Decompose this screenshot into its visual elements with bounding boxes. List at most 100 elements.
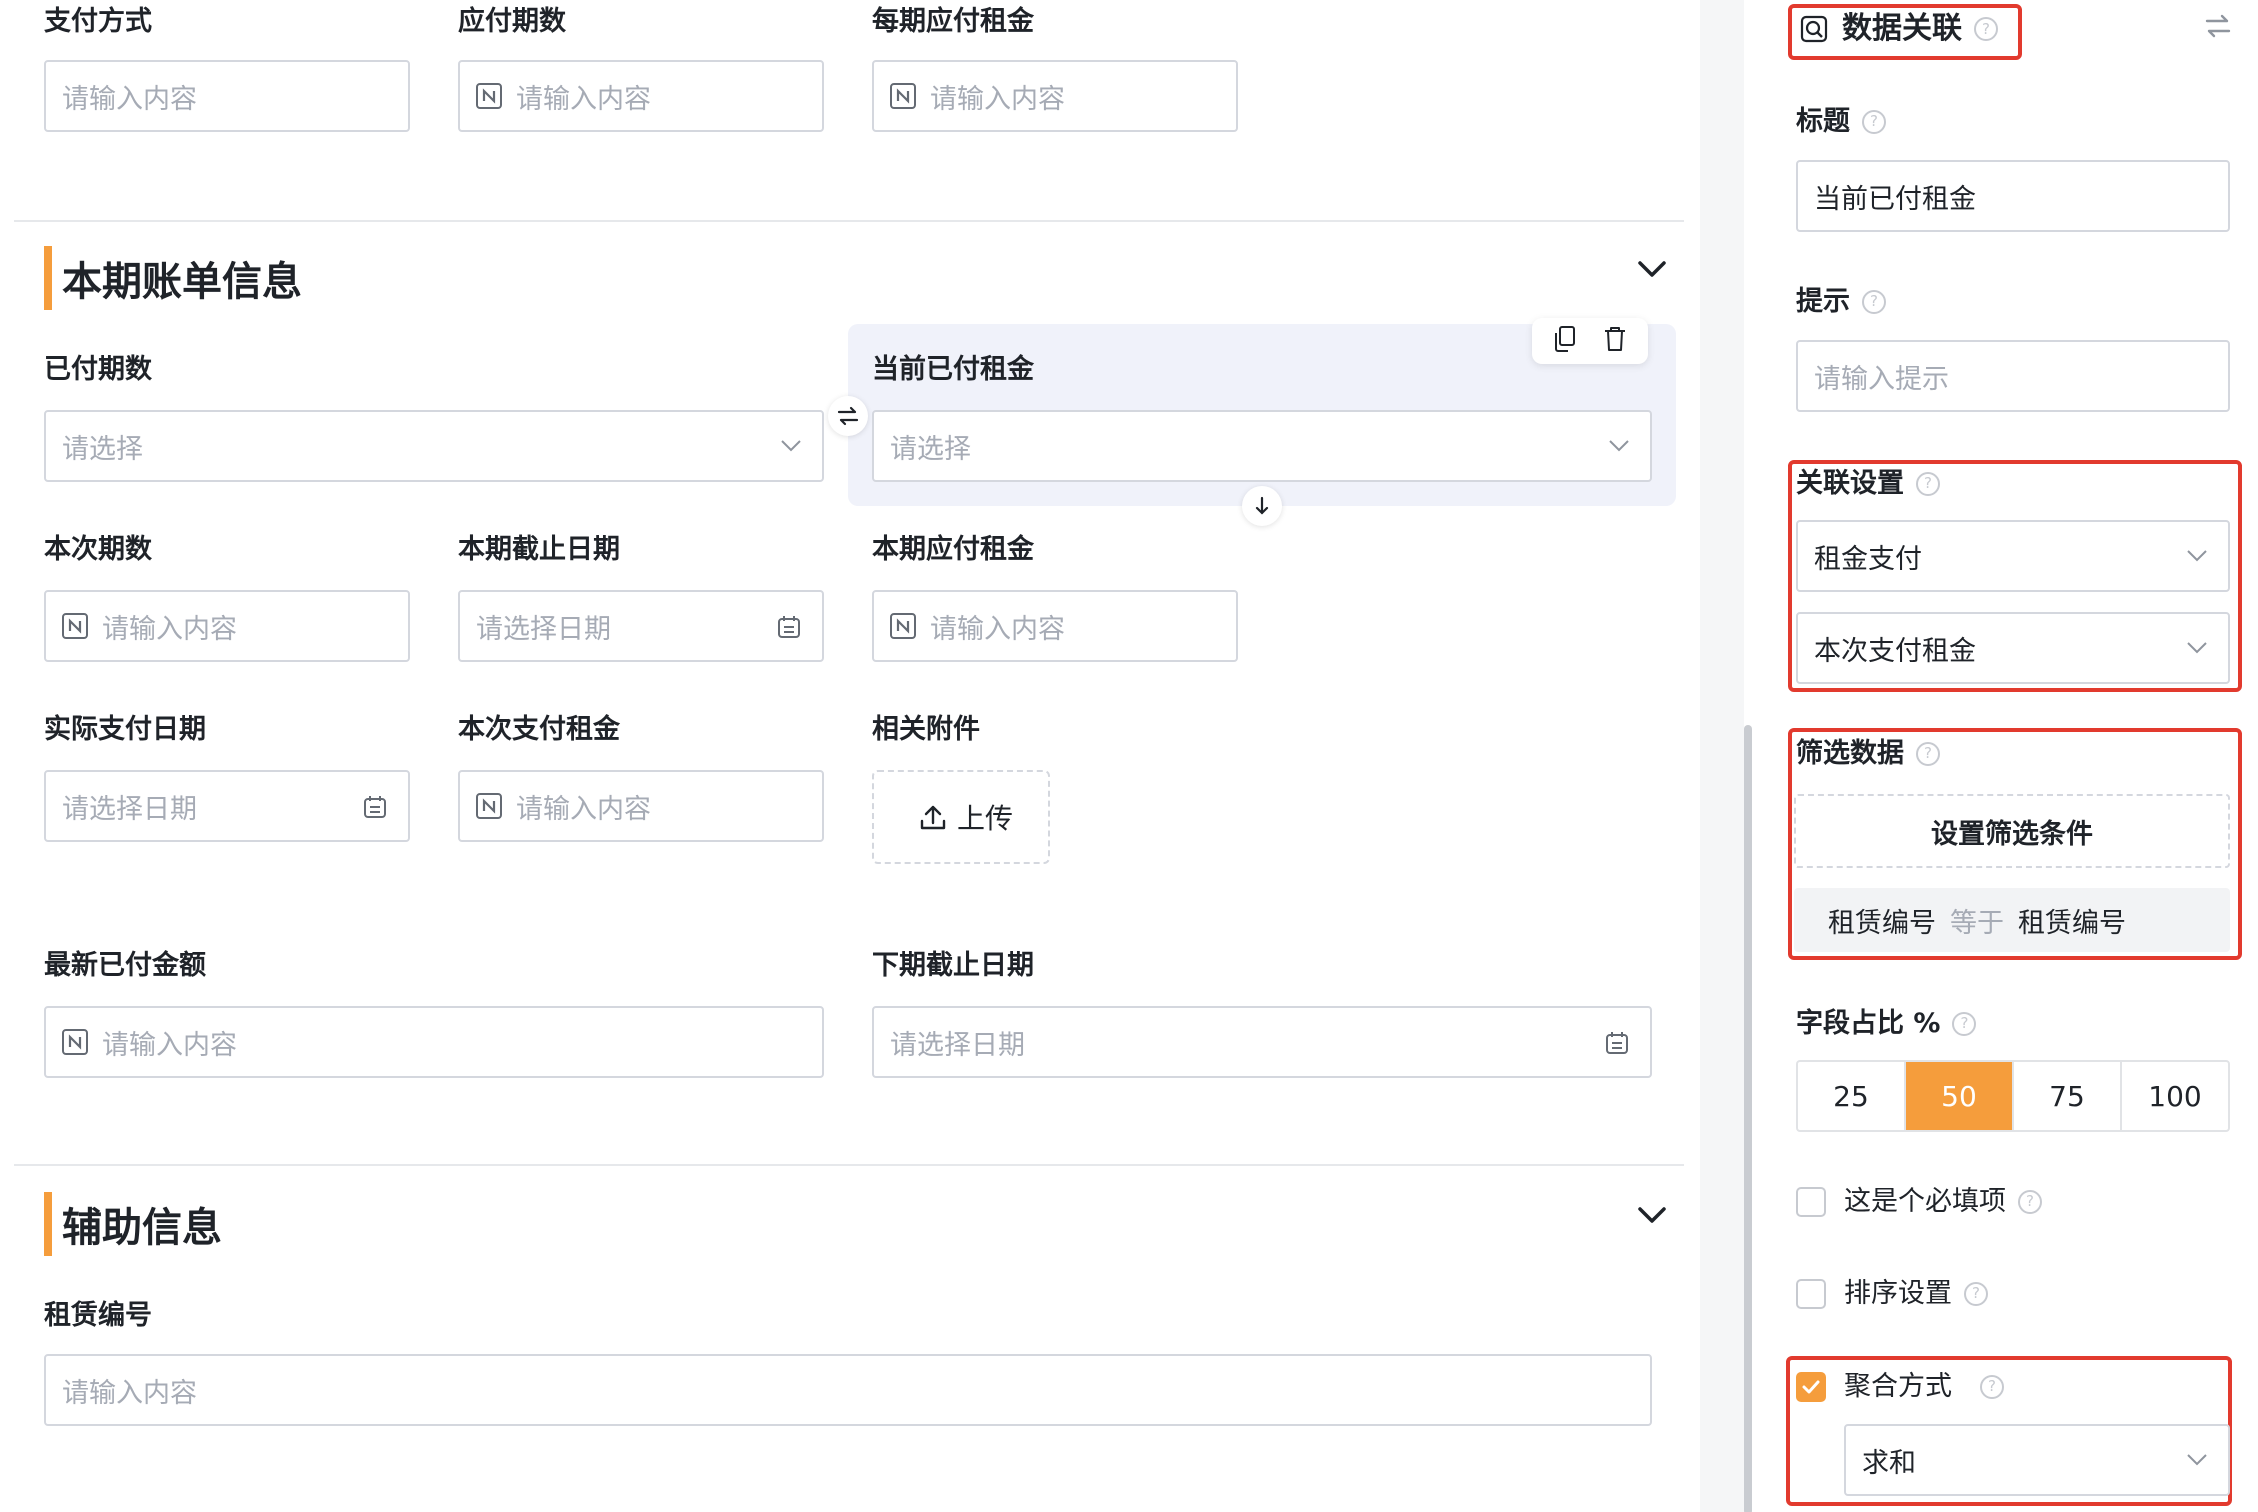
aggregate-select[interactable]: 求和 bbox=[1844, 1424, 2230, 1496]
paid-periods-placeholder: 请选择 bbox=[62, 433, 143, 465]
chevron-down-icon bbox=[2186, 1452, 2208, 1471]
help-icon[interactable]: ? bbox=[1980, 1374, 2004, 1399]
actual-pay-date-placeholder: 请选择日期 bbox=[62, 793, 197, 825]
number-icon bbox=[890, 613, 916, 639]
lease-no-input[interactable]: 请输入内容 bbox=[44, 1354, 1652, 1426]
link-setting-text: 关联设置 bbox=[1796, 468, 1904, 499]
panel-title-text: 数据关联 bbox=[1842, 11, 1962, 46]
period-end-date-picker[interactable]: 请选择日期 bbox=[458, 590, 824, 662]
panel-gutter bbox=[1700, 0, 1744, 1512]
title-input-value: 当前已付租金 bbox=[1814, 183, 1976, 215]
chevron-down-icon[interactable] bbox=[1636, 258, 1668, 284]
hint-input[interactable]: 请输入提示 bbox=[1796, 340, 2230, 412]
filter-condition-left: 租赁编号 bbox=[1828, 907, 1936, 939]
width-option-50[interactable]: 50 bbox=[1906, 1062, 2014, 1130]
chevron-down-icon bbox=[2186, 548, 2208, 567]
lease-no-placeholder: 请输入内容 bbox=[62, 1377, 197, 1409]
chevron-down-icon bbox=[1608, 438, 1630, 457]
section-accent-bar bbox=[44, 1192, 52, 1256]
field-label-period-end-date: 本期截止日期 bbox=[458, 534, 620, 565]
field-label-this-pay-rent: 本次支付租金 bbox=[458, 714, 620, 745]
section-divider bbox=[14, 220, 1684, 222]
payable-periods-input[interactable]: 请输入内容 bbox=[458, 60, 824, 132]
panel-title: 数据关联 ? bbox=[1800, 14, 1998, 44]
hint-setting-label: 提示 ? bbox=[1796, 288, 1886, 315]
aggregate-label: 聚合方式 ? bbox=[1844, 1373, 2004, 1400]
payable-periods-placeholder: 请输入内容 bbox=[516, 83, 651, 115]
section-accent-bar bbox=[44, 246, 52, 310]
delete-icon[interactable] bbox=[1602, 325, 1628, 357]
chevron-down-icon bbox=[780, 438, 802, 457]
this-period-count-input[interactable]: 请输入内容 bbox=[44, 590, 410, 662]
help-icon[interactable]: ? bbox=[1916, 741, 1940, 766]
calendar-icon bbox=[1604, 1030, 1630, 1060]
field-label-paid-periods: 已付期数 bbox=[44, 354, 152, 385]
section-title: 辅助信息 bbox=[62, 1205, 222, 1251]
data-link-icon bbox=[1800, 15, 1828, 43]
help-icon[interactable]: ? bbox=[1952, 1011, 1977, 1036]
help-icon[interactable]: ? bbox=[1974, 17, 1998, 41]
chevron-down-icon[interactable] bbox=[1636, 1204, 1668, 1230]
switch-type-icon[interactable] bbox=[2204, 14, 2232, 42]
next-end-date-picker[interactable]: 请选择日期 bbox=[872, 1006, 1652, 1078]
actual-pay-date-picker[interactable]: 请选择日期 bbox=[44, 770, 410, 842]
current-paid-rent-select[interactable]: 请选择 bbox=[872, 410, 1652, 482]
upload-button[interactable]: 上传 bbox=[872, 770, 1050, 864]
width-option-25[interactable]: 25 bbox=[1798, 1062, 1906, 1130]
set-filter-button[interactable]: 设置筛选条件 bbox=[1794, 794, 2230, 868]
arrow-down-icon[interactable] bbox=[1242, 486, 1282, 526]
sort-checkbox[interactable] bbox=[1796, 1279, 1826, 1309]
field-label-this-period-count: 本次期数 bbox=[44, 534, 152, 565]
this-pay-rent-placeholder: 请输入内容 bbox=[516, 793, 651, 825]
required-checkbox[interactable] bbox=[1796, 1187, 1826, 1217]
help-icon[interactable]: ? bbox=[1862, 289, 1886, 314]
number-icon bbox=[476, 793, 502, 819]
required-label: 这是个必填项 ? bbox=[1844, 1188, 2042, 1215]
swap-icon[interactable] bbox=[828, 396, 868, 436]
hint-setting-text: 提示 bbox=[1796, 286, 1850, 317]
field-label-lease-no: 租赁编号 bbox=[44, 1300, 152, 1331]
width-setting-text: 字段占比 % bbox=[1796, 1008, 1941, 1039]
scrollbar[interactable] bbox=[1744, 725, 1752, 1512]
period-rent-due-input[interactable]: 请输入内容 bbox=[872, 590, 1238, 662]
sort-label: 排序设置 ? bbox=[1844, 1280, 1988, 1307]
help-icon[interactable]: ? bbox=[2018, 1189, 2042, 1214]
calendar-icon bbox=[362, 794, 388, 824]
copy-icon[interactable] bbox=[1552, 325, 1578, 357]
width-option-100[interactable]: 100 bbox=[2122, 1062, 2228, 1130]
title-setting-label: 标题 ? bbox=[1796, 108, 1886, 135]
sort-label-text: 排序设置 bbox=[1844, 1278, 1952, 1309]
chevron-down-icon bbox=[2186, 640, 2208, 659]
filter-condition-right: 租赁编号 bbox=[2018, 907, 2126, 939]
section-header-bill-info: 本期账单信息 bbox=[44, 246, 302, 310]
period-rent-due-placeholder: 请输入内容 bbox=[930, 613, 1065, 645]
title-input[interactable]: 当前已付租金 bbox=[1796, 160, 2230, 232]
latest-paid-amount-input[interactable]: 请输入内容 bbox=[44, 1006, 824, 1078]
check-icon bbox=[1802, 1380, 1820, 1394]
help-icon[interactable]: ? bbox=[1964, 1281, 1988, 1306]
number-icon bbox=[476, 83, 502, 109]
filter-condition[interactable]: 租赁编号 等于 租赁编号 bbox=[1794, 888, 2230, 952]
rent-per-period-placeholder: 请输入内容 bbox=[930, 83, 1065, 115]
number-icon bbox=[62, 1029, 88, 1055]
this-pay-rent-input[interactable]: 请输入内容 bbox=[458, 770, 824, 842]
field-label-current-paid-rent: 当前已付租金 bbox=[872, 354, 1034, 385]
width-segmented-control: 25 50 75 100 bbox=[1796, 1060, 2230, 1132]
latest-paid-amount-placeholder: 请输入内容 bbox=[102, 1029, 237, 1061]
next-end-date-placeholder: 请选择日期 bbox=[890, 1029, 1025, 1061]
payment-method-input[interactable]: 请输入内容 bbox=[44, 60, 410, 132]
width-option-75[interactable]: 75 bbox=[2014, 1062, 2122, 1130]
help-icon[interactable]: ? bbox=[1916, 471, 1940, 496]
section-title: 本期账单信息 bbox=[62, 259, 302, 305]
required-label-text: 这是个必填项 bbox=[1844, 1186, 2006, 1217]
field-label-period-rent-due: 本期应付租金 bbox=[872, 534, 1034, 565]
link-field-select[interactable]: 本次支付租金 bbox=[1796, 612, 2230, 684]
rent-per-period-input[interactable]: 请输入内容 bbox=[872, 60, 1238, 132]
help-icon[interactable]: ? bbox=[1862, 109, 1886, 134]
section-divider bbox=[14, 1164, 1684, 1166]
aggregate-checkbox[interactable] bbox=[1796, 1372, 1826, 1402]
paid-periods-select[interactable]: 请选择 bbox=[44, 410, 824, 482]
field-label-rent-per-period: 每期应付租金 bbox=[872, 6, 1034, 37]
current-paid-rent-placeholder: 请选择 bbox=[890, 433, 971, 465]
link-form-select[interactable]: 租金支付 bbox=[1796, 520, 2230, 592]
